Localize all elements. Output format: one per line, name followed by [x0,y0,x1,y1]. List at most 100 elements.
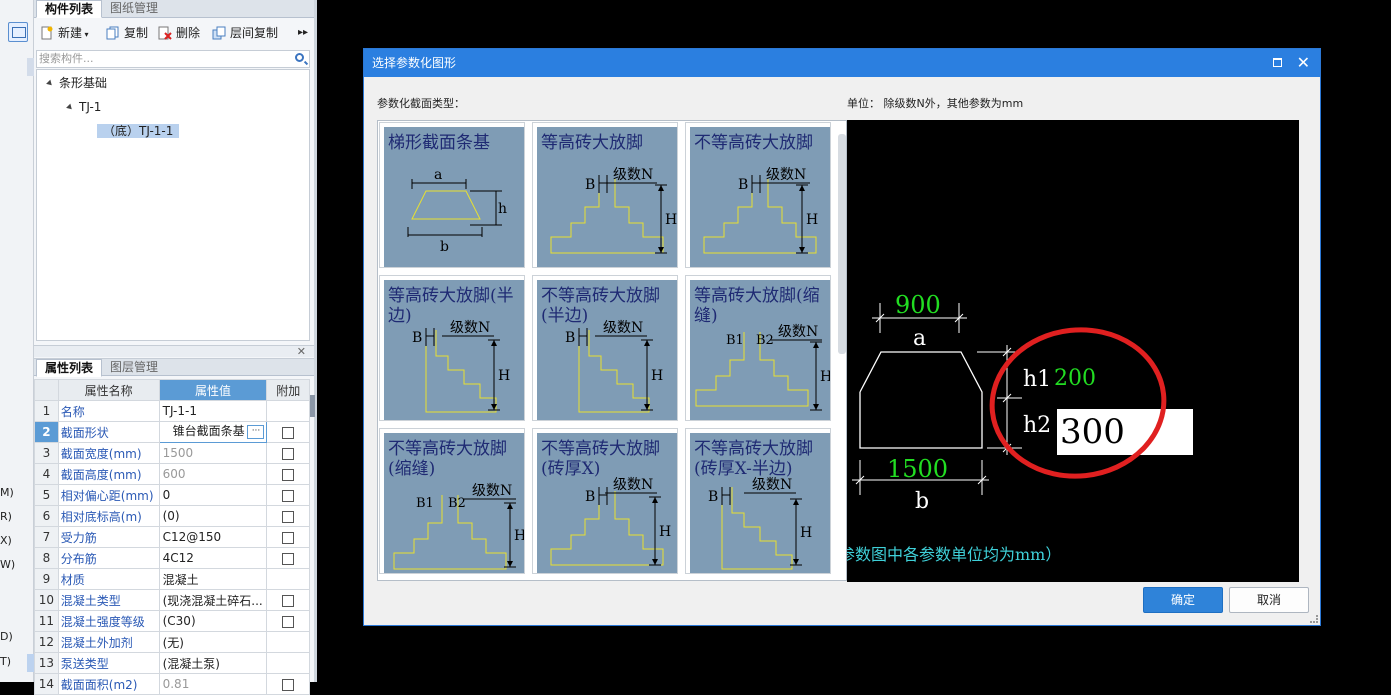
property-value[interactable]: 1500 [158,442,268,464]
copy-button[interactable]: 复制 [106,25,148,41]
ok-button[interactable]: 确定 [1143,587,1223,613]
window-icon[interactable] [8,22,28,42]
table-row[interactable]: 6 相对底标高(m) (0) [34,505,310,527]
tab-layer-management[interactable]: 图层管理 [102,359,166,377]
extra-checkbox[interactable] [282,489,295,502]
shape-option[interactable]: B 级数N H 不等高砖大放脚(砖厚X) [532,428,678,574]
collapse-icon[interactable] [46,79,54,88]
floor-copy-button[interactable]: 层间复制 [212,25,278,41]
table-row[interactable]: 2 截面形状 锥台截面条基 ··· [34,421,310,443]
collapse-icon[interactable] [66,103,74,112]
svg-text:B1: B1 [726,333,744,348]
shape-thumbnail: B 级数N H 等高砖大放脚 [537,127,677,267]
delete-button[interactable]: 删除 [158,25,200,41]
component-toolbar: 新建 ▾ 复制 删除 层间复制 ▸▸ [34,19,314,47]
table-row[interactable]: 10 混凝土类型 (现浇混凝土碎石... [34,589,310,611]
extra-cell [266,673,310,695]
splitter-handle[interactable] [310,395,315,417]
extra-checkbox[interactable] [282,468,295,481]
extra-checkbox[interactable] [282,447,295,460]
copy-label: 复制 [124,26,149,40]
ellipsis-button[interactable]: ··· [247,425,265,439]
shape-title: 不等高砖大放脚(缩缝) [388,439,507,479]
extra-cell [266,400,310,422]
resize-grip-icon[interactable] [1310,615,1318,623]
shape-option[interactable]: B 级数N H 不等高砖大放脚(砖厚X-半边) [685,428,831,574]
extra-checkbox[interactable] [282,552,295,565]
column-header-extra: 附加 [266,379,310,401]
strip-label[interactable]: W) [0,558,18,571]
property-value[interactable]: 600 [158,463,268,485]
property-value[interactable]: 0.81 [158,673,268,695]
property-value[interactable]: 4C12 [158,547,268,569]
property-value[interactable]: (无) [158,631,268,653]
table-row[interactable]: 1 名称 TJ-1-1 [34,400,310,422]
table-row[interactable]: 8 分布筋 4C12 [34,547,310,569]
table-row[interactable]: 14 截面面积(m2) 0.81 [34,673,310,695]
extra-checkbox[interactable] [282,678,295,691]
extra-checkbox[interactable] [282,426,295,439]
property-value[interactable]: (混凝土泵) [158,652,268,674]
property-value[interactable]: 锥台截面条基 ··· [158,421,268,443]
tree-node-tj1[interactable]: TJ-1 [66,98,101,116]
dialog-titlebar: 选择参数化图形 ✕ [364,49,1320,77]
shape-option[interactable]: B 级数N H 不等高砖大放脚(半边) [532,275,678,421]
extra-cell [266,442,310,464]
shape-option[interactable]: B 级数N H 等高砖大放脚 [532,122,678,268]
table-row[interactable]: 4 截面高度(mm) 600 [34,463,310,485]
maximize-icon[interactable] [1273,58,1282,67]
strip-label[interactable]: D) [0,630,18,643]
table-row[interactable]: 7 受力筋 C12@150 [34,526,310,548]
shape-option[interactable]: B 级数N H 等高砖大放脚(半边) [379,275,525,421]
extra-checkbox[interactable] [282,531,295,544]
panel-splitter[interactable] [314,0,317,682]
component-panel: 构件列表 图纸管理 新建 ▾ 复制 删除 层间复制 ▸▸ 搜索构件... 条形基… [34,0,314,695]
shape-thumbnail: B 级数N H 不等高砖大放脚(砖厚X) [537,433,677,573]
row-number: 2 [34,421,59,443]
strip-label[interactable]: R) [0,510,18,523]
tree-node-tj1-1[interactable]: （底）TJ-1-1 [97,122,180,140]
table-row[interactable]: 13 泵送类型 (混凝土泵) [34,652,310,674]
strip-label[interactable]: X) [0,534,18,547]
grid-scrollbar[interactable] [838,134,846,354]
delete-label: 删除 [176,26,201,40]
extra-checkbox[interactable] [282,615,295,628]
search-input[interactable]: 搜索构件... [36,50,310,68]
close-icon[interactable]: ✕ [1297,53,1310,73]
shape-option[interactable]: B1B2级数NH等高砖大放脚(缩缝) [685,275,831,421]
strip-label[interactable]: T) [0,655,18,668]
table-row[interactable]: 9 材质 混凝土 [34,568,310,590]
more-icon[interactable]: ▸▸ [298,25,308,41]
tree-node-label: （底）TJ-1-1 [97,124,180,138]
row-number: 5 [34,484,59,506]
tree-node-strip-foundation[interactable]: 条形基础 [46,74,107,92]
svg-text:B: B [412,330,422,346]
table-row[interactable]: 12 混凝土外加剂 (无) [34,631,310,653]
extra-checkbox[interactable] [282,594,295,607]
property-value[interactable]: C12@150 [158,526,268,548]
table-row[interactable]: 11 混凝土强度等级 (C30) [34,610,310,632]
property-value[interactable]: TJ-1-1 [158,400,268,422]
property-value[interactable]: 混凝土 [158,568,268,590]
property-value[interactable]: (现浇混凝土碎石... [158,589,268,611]
shape-option[interactable]: B1 B2 级数N H 不等高砖大放脚(缩缝) [379,428,525,574]
shape-option[interactable]: B 级数N H 不等高砖大放脚 [685,122,831,268]
extra-checkbox[interactable] [282,510,295,523]
tab-component-list[interactable]: 构件列表 [36,0,103,18]
table-row[interactable]: 5 相对偏心距(mm) 0 [34,484,310,506]
table-row[interactable]: 3 截面宽度(mm) 1500 [34,442,310,464]
property-value[interactable]: (C30) [158,610,268,632]
search-icon[interactable] [295,53,304,62]
close-icon[interactable]: ✕ [297,345,306,358]
tab-property-list[interactable]: 属性列表 [36,359,103,377]
dialog-title: 选择参数化图形 [372,56,457,70]
tab-drawing-management[interactable]: 图纸管理 [102,0,166,18]
property-value[interactable]: 0 [158,484,268,506]
cancel-button[interactable]: 取消 [1229,587,1309,613]
shape-option[interactable]: a b h 梯形截面条基 [379,122,525,268]
new-button[interactable]: 新建 ▾ [40,25,89,41]
property-name: 截面面积(m2) [57,673,160,695]
svg-text:H: H [820,369,830,385]
property-value[interactable]: (0) [158,505,268,527]
strip-label[interactable]: M) [0,486,18,499]
